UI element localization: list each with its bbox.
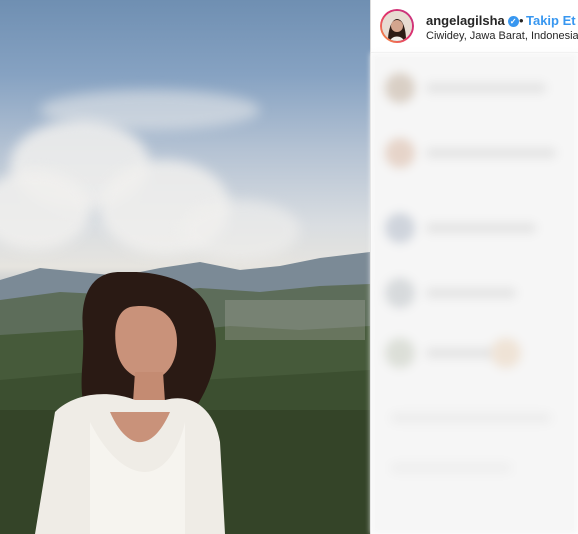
blurred-text xyxy=(426,348,496,358)
blurred-comments-area xyxy=(371,53,578,534)
blurred-text xyxy=(426,288,516,298)
blurred-text xyxy=(391,413,551,423)
blurred-text xyxy=(391,463,511,473)
person-figure xyxy=(35,272,225,534)
blurred-text xyxy=(426,83,546,93)
post-header: angelagilsha ✓ • Takip Et Ciwidey, Jawa B… xyxy=(371,0,578,53)
post-photo[interactable] xyxy=(0,0,370,534)
follow-button[interactable]: Takip Et xyxy=(526,13,576,29)
blurred-avatar xyxy=(385,338,415,368)
blurred-text xyxy=(426,223,536,233)
separator-dot: • xyxy=(519,13,524,28)
verified-badge-icon: ✓ xyxy=(507,16,519,27)
username-link[interactable]: angelagilsha ✓ xyxy=(426,13,519,29)
blurred-avatar xyxy=(385,278,415,308)
avatar-image xyxy=(382,11,412,41)
blurred-avatar xyxy=(385,138,415,168)
username-text[interactable]: angelagilsha xyxy=(426,13,505,28)
profile-avatar[interactable] xyxy=(382,11,412,41)
location-link[interactable]: Ciwidey, Jawa Barat, Indonesia xyxy=(426,30,578,43)
blurred-text xyxy=(426,148,556,158)
blurred-avatar xyxy=(385,73,415,103)
blurred-avatar xyxy=(385,213,415,243)
post-sidebar: angelagilsha ✓ • Takip Et Ciwidey, Jawa B… xyxy=(371,0,578,534)
blurred-avatar xyxy=(491,338,521,368)
